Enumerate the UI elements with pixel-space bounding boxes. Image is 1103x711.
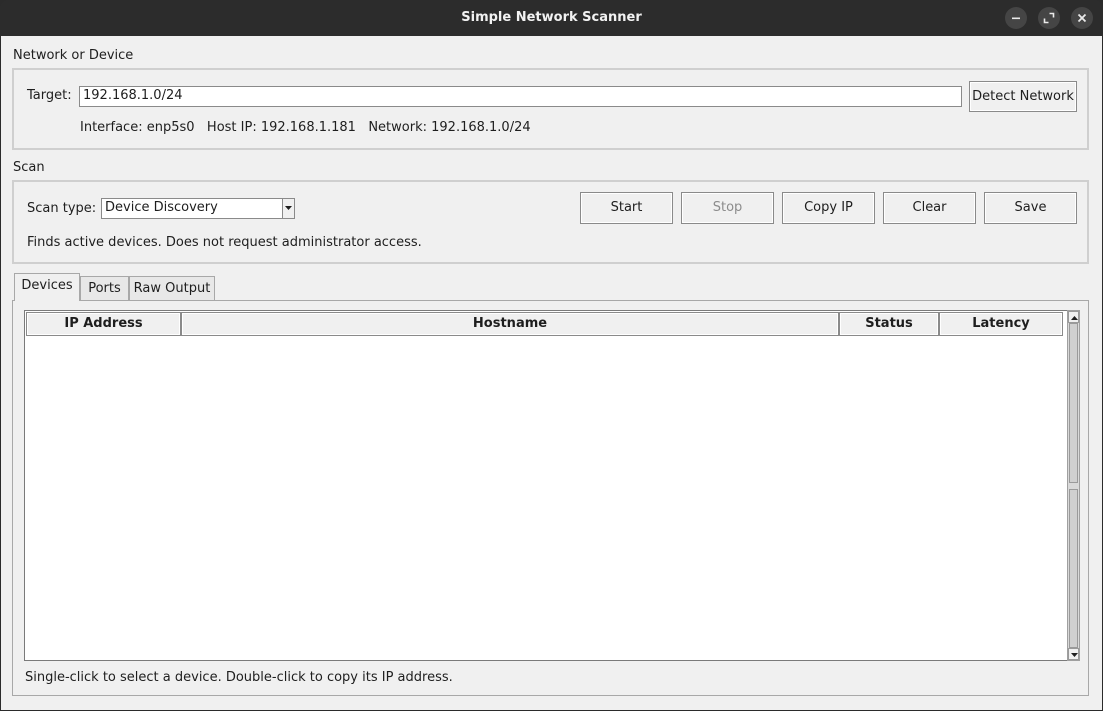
tab-raw-output[interactable]: Raw Output	[129, 276, 215, 301]
network-info: Interface: enp5s0 Host IP: 192.168.1.181…	[80, 120, 531, 135]
tab-ports[interactable]: Ports	[80, 276, 129, 301]
maximize-button[interactable]	[1038, 7, 1060, 29]
main-window: Network or Device Target: 192.168.1.0/24…	[1, 36, 1102, 710]
column-hostname[interactable]: Hostname	[181, 312, 839, 336]
save-button[interactable]: Save	[984, 192, 1077, 224]
arrow-down-icon	[1071, 653, 1078, 657]
scan-type-label: Scan type:	[27, 201, 97, 216]
clear-button[interactable]: Clear	[883, 192, 976, 224]
tab-devices[interactable]: Devices	[14, 273, 80, 301]
scroll-down-button[interactable]	[1068, 648, 1079, 660]
detect-network-button[interactable]: Detect Network	[969, 81, 1077, 112]
title-bar: Simple Network Scanner	[0, 0, 1103, 36]
column-ip-address[interactable]: IP Address	[26, 312, 181, 336]
target-input[interactable]: 192.168.1.0/24	[79, 86, 962, 107]
devices-table[interactable]: IP Address Hostname Status Latency	[24, 310, 1068, 661]
start-button[interactable]: Start	[580, 192, 673, 224]
stop-button[interactable]: Stop	[681, 192, 774, 224]
network-group: Target: 192.168.1.0/24 Detect Network In…	[12, 68, 1089, 150]
hint-text: Single-click to select a device. Double-…	[25, 670, 453, 685]
scan-type-select[interactable]: Device Discovery	[101, 198, 283, 219]
column-status[interactable]: Status	[839, 312, 939, 336]
copy-ip-button[interactable]: Copy IP	[782, 192, 875, 224]
maximize-icon	[1043, 12, 1055, 24]
arrow-up-icon	[1071, 316, 1078, 320]
column-latency[interactable]: Latency	[939, 312, 1063, 336]
window-title: Simple Network Scanner	[461, 10, 642, 25]
close-icon	[1077, 13, 1087, 23]
network-group-label: Network or Device	[13, 48, 134, 63]
target-label: Target:	[27, 88, 72, 103]
close-button[interactable]	[1071, 7, 1093, 29]
scan-group: Scan type: Device Discovery Start Stop C…	[12, 180, 1089, 264]
scroll-up-button[interactable]	[1068, 311, 1079, 323]
scroll-thumb[interactable]	[1069, 323, 1078, 483]
minimize-button[interactable]	[1005, 7, 1027, 29]
minimize-icon	[1012, 17, 1020, 20]
scan-description: Finds active devices. Does not request a…	[27, 235, 422, 250]
scan-type-dropdown-button[interactable]	[282, 198, 295, 219]
vertical-scrollbar[interactable]	[1067, 310, 1080, 661]
chevron-down-icon	[285, 206, 292, 210]
scan-group-label: Scan	[13, 160, 45, 175]
scroll-track-lower[interactable]	[1069, 489, 1078, 648]
devices-panel: IP Address Hostname Status Latency Singl…	[12, 300, 1089, 696]
